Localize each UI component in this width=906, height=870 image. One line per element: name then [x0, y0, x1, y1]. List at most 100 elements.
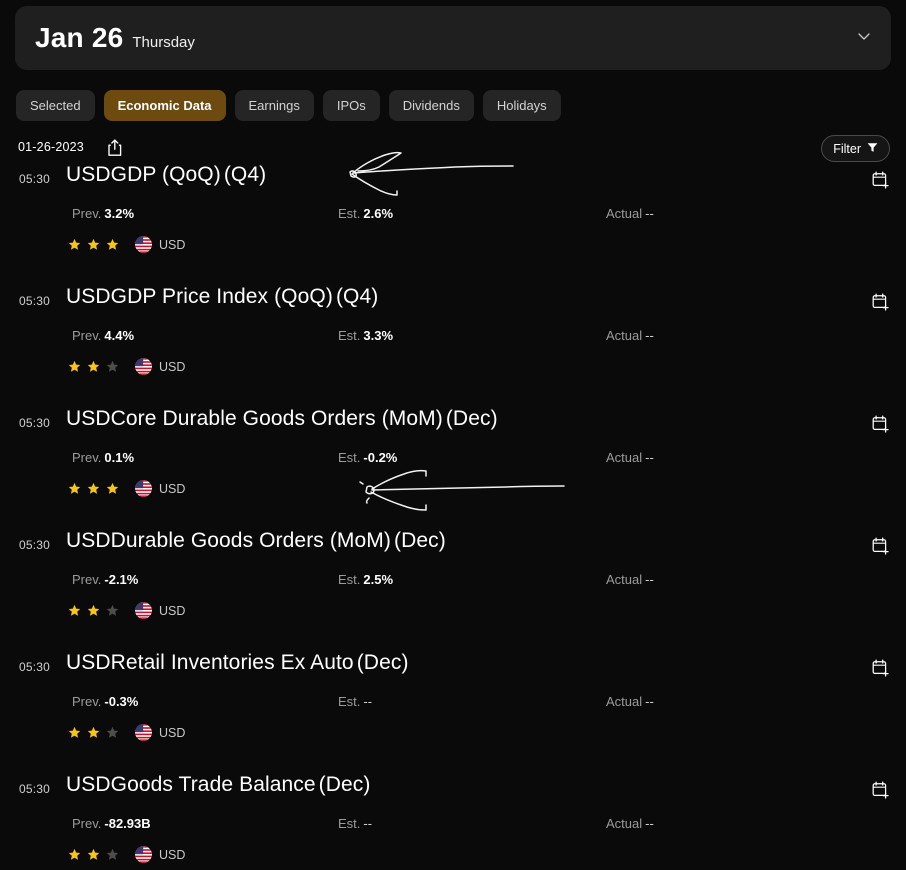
event-period: (Dec) [394, 529, 446, 552]
event-name: GDP Price Index (QoQ) [110, 285, 333, 308]
event-list: 05:30 USDGDP (QoQ) (Q4) Prev. 3.2% Est. 2.6% Ac… [0, 163, 906, 870]
importance-stars [68, 848, 119, 861]
event-time: 05:30 [19, 294, 51, 308]
us-flag-icon [135, 846, 152, 863]
previous-label: Prev. [72, 694, 102, 709]
event-row[interactable]: 05:30 USDRetail Inventories Ex Auto (Dec) P… [0, 651, 906, 776]
importance-stars [68, 726, 119, 739]
previous-value: 3.2% [104, 206, 135, 221]
event-row[interactable]: 05:30 USDGDP (QoQ) (Q4) Prev. 3.2% Est. 2.6% Ac… [0, 163, 906, 288]
event-row[interactable]: 05:30 USDDurable Goods Orders (MoM) (Dec) P… [0, 529, 906, 654]
calendar-plus-icon[interactable] [872, 781, 889, 804]
previous-label: Prev. [72, 328, 102, 343]
actual-value: -- [645, 572, 654, 587]
estimate-value: -0.2% [363, 450, 398, 465]
event-estimate: Est. 3.3% [338, 328, 393, 343]
event-currency-prefix: USD [66, 163, 111, 186]
event-previous: Prev. -82.93B [72, 816, 151, 831]
tab-dividends[interactable]: Dividends [388, 90, 474, 121]
event-time: 05:30 [19, 782, 51, 796]
event-estimate: Est. 2.5% [338, 572, 393, 587]
event-currency: USD [159, 481, 186, 496]
event-row[interactable]: 05:30 USDGDP Price Index (QoQ) (Q4) Prev. 4.… [0, 285, 906, 410]
actual-label: Actual [606, 816, 643, 831]
event-meta: USD [68, 724, 185, 741]
event-title: USDGoods Trade Balance (Dec) [66, 773, 371, 797]
event-actual: Actual -- [606, 816, 654, 831]
us-flag-icon [135, 236, 152, 253]
calendar-plus-icon[interactable] [872, 415, 889, 438]
previous-value: -82.93B [104, 816, 151, 831]
event-period: (Q4) [223, 163, 267, 186]
calendar-plus-icon[interactable] [872, 293, 889, 316]
us-flag-icon [135, 358, 152, 375]
previous-value: 0.1% [104, 450, 135, 465]
estimate-label: Est. [338, 694, 361, 709]
event-time: 05:30 [19, 172, 51, 186]
previous-label: Prev. [72, 816, 102, 831]
previous-value: -2.1% [104, 572, 139, 587]
calendar-plus-icon[interactable] [872, 659, 889, 682]
calendar-plus-icon[interactable] [872, 171, 889, 194]
estimate-label: Est. [338, 816, 361, 831]
actual-value: -- [645, 328, 654, 343]
event-name: Retail Inventories Ex Auto [110, 651, 354, 674]
event-title: USDDurable Goods Orders (MoM) (Dec) [66, 529, 446, 553]
date-header-card[interactable]: Jan 26 Thursday [15, 6, 891, 70]
event-period: (Dec) [356, 651, 409, 674]
previous-label: Prev. [72, 572, 102, 587]
calendar-plus-icon[interactable] [872, 537, 889, 560]
event-previous: Prev. 3.2% [72, 206, 134, 221]
importance-stars [68, 360, 119, 373]
category-tabs: Selected Economic Data Earnings IPOs Dividen… [16, 90, 561, 121]
tab-earnings[interactable]: Earnings [234, 90, 314, 121]
event-currency-prefix: USD [66, 529, 111, 552]
previous-value: 4.4% [104, 328, 135, 343]
event-estimate: Est. -- [338, 694, 372, 709]
header-weekday: Thursday [132, 34, 195, 51]
tab-ipos[interactable]: IPOs [322, 90, 380, 121]
event-row[interactable]: 05:30 USDGoods Trade Balance (Dec) Prev. -82… [0, 773, 906, 870]
share-icon[interactable] [107, 138, 124, 162]
event-previous: Prev. -2.1% [72, 572, 138, 587]
us-flag-icon [135, 480, 152, 497]
event-actual: Actual -- [606, 450, 654, 465]
chevron-down-icon[interactable] [857, 29, 871, 48]
estimate-label: Est. [338, 206, 361, 221]
filter-button[interactable]: Filter [821, 135, 890, 162]
estimate-value: 2.5% [363, 572, 394, 587]
event-name: Durable Goods Orders (MoM) [110, 529, 391, 552]
tab-holidays[interactable]: Holidays [482, 90, 561, 121]
event-estimate: Est. -0.2% [338, 450, 397, 465]
event-time: 05:30 [19, 416, 51, 430]
actual-value: -- [645, 694, 654, 709]
event-actual: Actual -- [606, 328, 654, 343]
event-row[interactable]: 05:30 USDCore Durable Goods Orders (MoM)(… [0, 407, 906, 532]
estimate-value: -- [363, 816, 373, 831]
event-currency: USD [159, 603, 186, 618]
actual-value: -- [645, 206, 654, 221]
estimate-label: Est. [338, 572, 361, 587]
event-currency-prefix: USD [66, 285, 111, 308]
event-meta: USD [68, 602, 185, 619]
event-time: 05:30 [19, 538, 51, 552]
event-actual: Actual -- [606, 206, 654, 221]
tab-economic-data[interactable]: Economic Data [103, 90, 226, 121]
event-name: GDP (QoQ) [110, 163, 221, 186]
event-title: USDCore Durable Goods Orders (MoM) (Dec) [66, 407, 498, 431]
importance-stars [68, 604, 119, 617]
event-currency-prefix: USD [66, 651, 111, 674]
event-name: Core Durable Goods Orders (MoM) [110, 407, 443, 430]
event-title: USDGDP Price Index (QoQ) (Q4) [66, 285, 378, 309]
event-currency: USD [159, 847, 186, 862]
tab-selected[interactable]: Selected [16, 90, 95, 121]
funnel-icon [867, 142, 878, 156]
event-previous: Prev. 4.4% [72, 328, 134, 343]
actual-label: Actual [606, 328, 643, 343]
header-month-day: Jan 26 [35, 22, 124, 53]
us-flag-icon [135, 724, 152, 741]
actual-label: Actual [606, 572, 643, 587]
actual-label: Actual [606, 694, 643, 709]
event-time: 05:30 [19, 660, 51, 674]
estimate-label: Est. [338, 450, 361, 465]
